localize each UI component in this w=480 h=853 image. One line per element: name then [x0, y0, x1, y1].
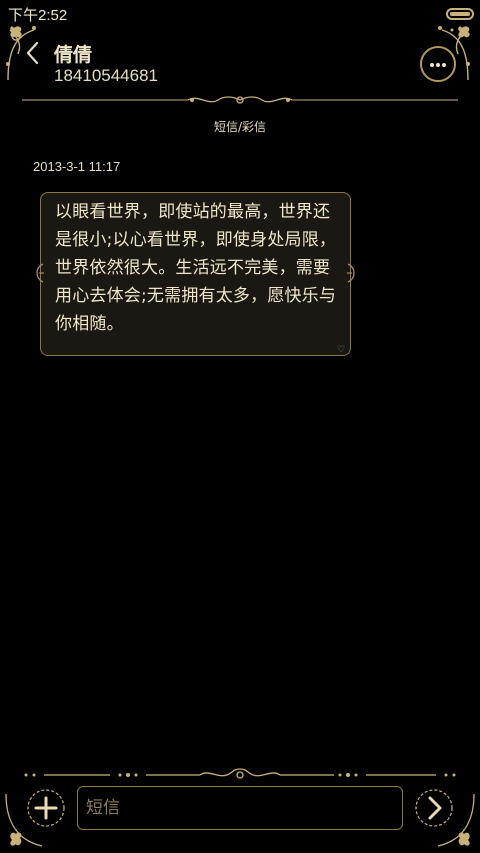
bubble-right-ornament-icon: [347, 263, 355, 283]
more-dots-icon: [430, 63, 434, 67]
more-dot: [436, 63, 440, 67]
more-dot: [442, 63, 446, 67]
status-time: 下午2:52: [8, 7, 68, 24]
send-button[interactable]: [412, 786, 456, 830]
chevron-left-icon: [26, 41, 39, 65]
plus-icon: [34, 796, 58, 820]
bottom-ornament-band: [24, 768, 456, 779]
conversation-type-label: 短信/彩信: [213, 120, 267, 134]
message-timestamp: 2013-3-1 11:17: [33, 159, 121, 174]
contact-name: 倩倩: [54, 44, 93, 66]
more-options-button[interactable]: [420, 46, 456, 82]
header-divider: [22, 96, 458, 104]
heart-icon: ♡: [337, 345, 346, 355]
bubble-left-ornament-icon: [36, 263, 44, 283]
battery-icon: [446, 8, 474, 20]
sms-input[interactable]: [77, 786, 403, 830]
add-attachment-button[interactable]: [24, 786, 68, 830]
back-button[interactable]: [18, 38, 48, 68]
contact-number: 18410544681: [54, 66, 159, 85]
message-text: 以眼看世界，即使站的最高，世界还是很小;以心看世界，即使身处局限，世界依然很大。…: [55, 202, 337, 334]
chevron-right-icon: [428, 796, 442, 820]
